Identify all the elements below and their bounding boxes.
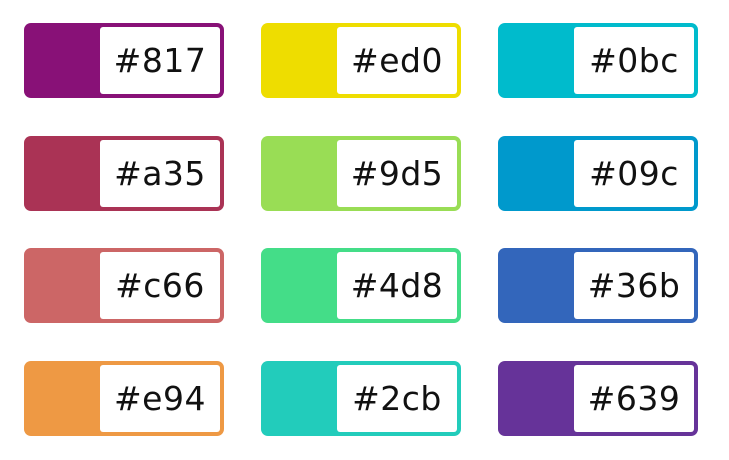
- swatch-label-box: #817: [100, 27, 220, 94]
- swatch-grid: #817 #ed0 #0bc #a35 #9d5 #09c #c66 #4d8: [24, 23, 698, 436]
- color-swatch: #e94: [24, 360, 224, 436]
- color-swatch: #c66: [24, 248, 224, 323]
- swatch-hex-label: #a35: [114, 153, 206, 193]
- color-swatch: #4d8: [261, 248, 461, 323]
- swatch-label-box: #4d8: [337, 252, 457, 319]
- color-swatch: #ed0: [261, 23, 461, 98]
- color-swatch: #2cb: [261, 360, 461, 436]
- swatch-label-box: #09c: [574, 139, 694, 207]
- swatch-label-box: #0bc: [574, 27, 694, 94]
- swatch-hex-label: #e94: [114, 378, 206, 418]
- swatch-label-box: #ed0: [337, 27, 457, 94]
- swatch-label-box: #c66: [100, 252, 220, 319]
- color-swatch: #36b: [498, 248, 698, 323]
- swatch-hex-label: #4d8: [350, 266, 444, 305]
- swatch-hex-label: #ed0: [351, 41, 443, 80]
- color-swatch: #9d5: [261, 135, 461, 211]
- swatch-hex-label: #c66: [115, 266, 205, 305]
- color-swatch: #a35: [24, 135, 224, 211]
- swatch-label-box: #a35: [100, 139, 220, 207]
- swatch-hex-label: #9d5: [350, 153, 444, 193]
- swatch-label-box: #9d5: [337, 139, 457, 207]
- swatch-label-box: #2cb: [337, 364, 457, 432]
- swatch-hex-label: #09c: [589, 153, 679, 193]
- swatch-label-box: #639: [574, 364, 694, 432]
- swatch-hex-label: #817: [113, 41, 207, 80]
- color-swatch: #09c: [498, 135, 698, 211]
- swatch-hex-label: #2cb: [352, 378, 442, 418]
- swatch-hex-label: #0bc: [589, 41, 679, 80]
- swatch-hex-label: #639: [587, 378, 681, 418]
- swatch-hex-label: #36b: [587, 266, 681, 305]
- color-swatch: #639: [498, 360, 698, 436]
- swatch-label-box: #36b: [574, 252, 694, 319]
- color-swatch: #0bc: [498, 23, 698, 98]
- color-swatch: #817: [24, 23, 224, 98]
- swatch-label-box: #e94: [100, 364, 220, 432]
